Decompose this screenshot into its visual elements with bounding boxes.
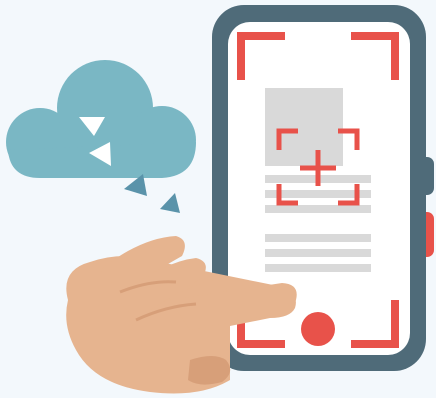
- illustration-scene: [0, 0, 436, 398]
- hand-pointer-icon: [66, 236, 297, 394]
- hand-shape: [66, 236, 297, 394]
